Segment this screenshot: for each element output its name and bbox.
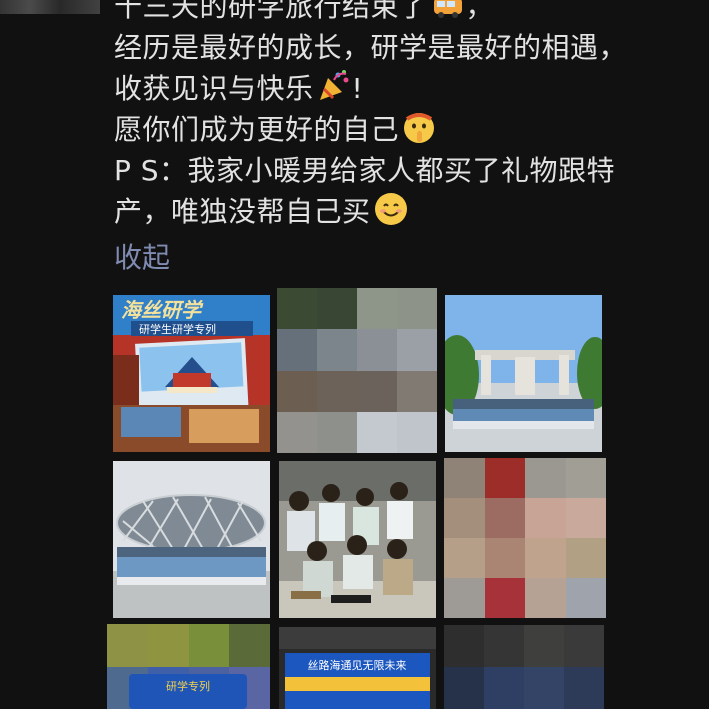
post-text-punct: ， — [465, 0, 495, 23]
post-text: 产，唯独没帮自己买 — [114, 195, 371, 228]
banner-text: 丝路海通见无限未来 — [308, 658, 407, 672]
post-line-4: 愿你们成为更好的自己 — [114, 109, 694, 150]
photo-4-birds-nest-group[interactable] — [113, 461, 270, 618]
post-text: 十三天的研学旅行结束了 — [114, 0, 428, 23]
photo-1-poster[interactable]: 海丝研学 研学生研学专列 — [113, 295, 270, 452]
gate-group-image — [445, 295, 602, 452]
post-text: 收获见识与快乐 — [114, 72, 314, 105]
post-text: P S：我家小暖男给家人都买了礼物跟特 — [114, 154, 616, 187]
post-line-5: P S：我家小暖男给家人都买了礼物跟特 — [114, 150, 694, 191]
shushing-face-icon — [404, 113, 435, 143]
photo-3-gate-group[interactable] — [445, 295, 602, 452]
photo-7-banner[interactable]: 研学专列 — [107, 624, 270, 709]
post-body: 十三天的研学旅行结束了 ， 经历是最好的成长，研学是最好的相遇， 收获见识与快乐!… — [114, 0, 694, 232]
poster-image: 海丝研学 研学生研学专列 — [113, 295, 270, 452]
banner-text: 研学专列 — [166, 680, 210, 693]
photo-2-blurred[interactable] — [277, 288, 437, 453]
smiling-face-icon — [374, 193, 407, 225]
poster-banner-text: 研学生研学专列 — [139, 322, 216, 336]
post-text-punct: ! — [351, 72, 364, 105]
students-image — [279, 461, 436, 618]
svg-text:海丝研学: 海丝研学 — [121, 298, 204, 322]
blurred-image — [444, 625, 604, 709]
photo-6-blurred[interactable] — [444, 458, 606, 618]
post-line-1: 十三天的研学旅行结束了 ， — [114, 0, 694, 27]
author-avatar[interactable] — [0, 0, 100, 14]
collapse-link[interactable]: 收起 — [114, 240, 170, 276]
blurred-image — [277, 288, 437, 453]
bus-icon — [433, 0, 462, 18]
banner-image: 丝路海通见无限未来 — [279, 627, 436, 709]
photo-9-blurred[interactable] — [444, 625, 604, 709]
post-line-3: 收获见识与快乐! — [114, 68, 694, 109]
post-text: 愿你们成为更好的自己 — [114, 113, 400, 146]
birds-nest-image — [113, 461, 270, 618]
post-text: 经历是最好的成长，研学是最好的相遇， — [114, 31, 628, 64]
blurred-image — [444, 458, 606, 618]
banner-board: 研学专列 — [129, 674, 247, 709]
photo-8-banner[interactable]: 丝路海通见无限未来 — [279, 627, 436, 709]
party-popper-icon — [319, 70, 349, 100]
post-line-6: 产，唯独没帮自己买 — [114, 191, 694, 232]
post-line-2: 经历是最好的成长，研学是最好的相遇， — [114, 27, 694, 68]
photo-5-students-sitting[interactable] — [279, 461, 436, 618]
